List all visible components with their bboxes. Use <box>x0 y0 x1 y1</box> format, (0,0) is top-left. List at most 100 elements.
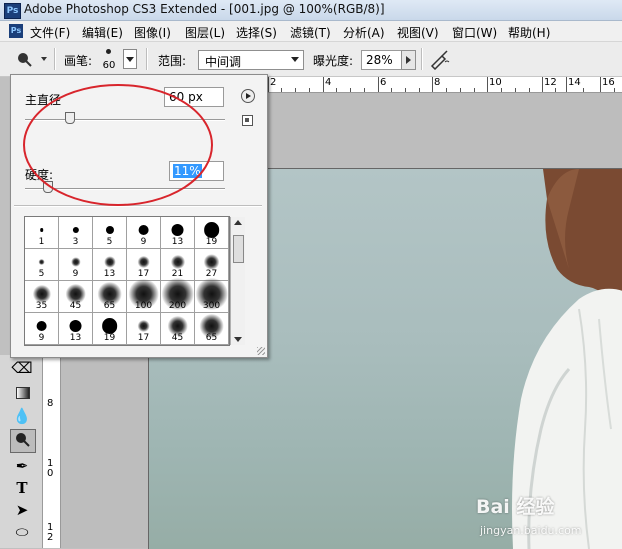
brush-preset-size: 9 <box>72 269 79 279</box>
brush-preset-cell[interactable]: 21 <box>161 249 195 281</box>
menu-view[interactable]: 视图(V) <box>397 24 439 41</box>
tools-panel: ⌫ 💧 ✒ T ➤ ⬭ <box>0 355 43 548</box>
brush-preset-grid: 1 3 5 9 13 19 5 9 13 17 21 27 35 45 65 100 200 300 9 13 19 17… <box>24 216 245 346</box>
exposure-label: 曝光度: <box>313 54 354 68</box>
ruler-label: 6 <box>380 77 387 88</box>
brush-preset-cell[interactable]: 17 <box>127 313 161 345</box>
brush-preset-size: 100 <box>134 301 153 311</box>
ruler-label: 16 <box>602 77 615 88</box>
sponge-tool[interactable] <box>10 429 36 453</box>
brush-picker-dropdown[interactable] <box>123 49 137 69</box>
type-tool[interactable]: T <box>10 477 34 499</box>
brush-preset-cell[interactable]: 200 <box>161 277 195 313</box>
range-label: 范围: <box>158 54 187 68</box>
ruler-label: 1 0 <box>47 458 54 479</box>
brush-preset-size: 3 <box>72 237 79 247</box>
brush-preset-cell[interactable]: 35 <box>25 281 59 313</box>
brush-preset-cell[interactable]: 9 <box>127 217 161 249</box>
menu-window[interactable]: 窗口(W) <box>452 24 497 41</box>
tool-preset-picker[interactable] <box>14 50 48 68</box>
brush-preset-cell[interactable]: 65 <box>195 313 229 345</box>
ruler-label: 1 2 <box>47 522 54 543</box>
brush-preset-cell[interactable]: 65 <box>93 281 127 313</box>
pen-icon: ✒ <box>15 457 29 475</box>
brush-preset-cell[interactable]: 27 <box>195 249 229 281</box>
exposure-input[interactable]: 28% <box>361 50 403 70</box>
brush-preset-cell[interactable]: 17 <box>127 249 161 281</box>
path-selection-tool[interactable]: ➤ <box>10 499 34 521</box>
brush-tip-icon <box>170 254 185 269</box>
options-bar: 画笔: 60 范围: 中间调 曝光度: 28% <box>0 42 622 77</box>
brush-tip-icon <box>39 228 44 232</box>
eraser-tool[interactable]: ⌫ <box>10 357 34 379</box>
annotation-circle <box>23 84 213 206</box>
airbrush-button[interactable] <box>428 48 452 71</box>
menu-layer[interactable]: 图层(L) <box>185 24 225 41</box>
menu-select[interactable]: 选择(S) <box>236 24 277 41</box>
ellipse-icon: ⬭ <box>15 523 29 541</box>
baidu-jingyan-watermark: Bai 经验 jingyan.baidu.com <box>476 492 622 548</box>
brush-preset-size: 13 <box>69 333 82 343</box>
gradient-tool[interactable] <box>10 381 34 403</box>
canvas-pasteboard <box>266 93 622 168</box>
play-arrow-icon <box>246 93 251 99</box>
brush-preset-cell[interactable]: 5 <box>93 217 127 249</box>
brush-preset-cell[interactable]: 300 <box>195 277 229 313</box>
chevron-down-icon <box>291 57 299 62</box>
brush-tip-icon <box>70 257 81 267</box>
type-icon: T <box>16 479 28 497</box>
brush-preset-cell[interactable]: 19 <box>195 217 229 249</box>
brush-tip-icon <box>103 256 116 268</box>
brush-tip-icon <box>72 226 79 234</box>
menu-analysis[interactable]: 分析(A) <box>343 24 385 41</box>
ruler-label: 2 <box>270 77 277 88</box>
brush-preset-cell[interactable]: 13 <box>93 249 127 281</box>
ruler-label: 12 <box>544 77 557 88</box>
brush-preset-cell[interactable]: 3 <box>59 217 93 249</box>
brush-preset-cell[interactable]: 100 <box>127 278 161 313</box>
menu-help[interactable]: 帮助(H) <box>508 24 550 41</box>
preset-scrollbar[interactable] <box>230 217 245 345</box>
scroll-thumb[interactable] <box>233 235 244 263</box>
brush-tip-icon <box>203 222 220 238</box>
blur-drop-icon: 💧 <box>12 407 32 425</box>
brush-preset-size: 35 <box>35 301 48 311</box>
brush-preset-cell[interactable]: 13 <box>59 313 93 345</box>
exposure-slider-toggle[interactable] <box>401 50 416 70</box>
app-menu-icon[interactable]: Ps <box>9 24 23 38</box>
brush-preset-cell[interactable]: 9 <box>59 249 93 281</box>
resize-grip-icon[interactable] <box>257 347 265 355</box>
pen-tool[interactable]: ✒ <box>10 455 34 477</box>
brush-preset-cell[interactable]: 45 <box>59 281 93 313</box>
brush-preset-cell[interactable]: 1 <box>25 217 59 249</box>
brush-preset-size: 1 <box>38 237 45 247</box>
brush-preset-size: 19 <box>103 333 116 343</box>
new-preset-button[interactable] <box>242 115 253 126</box>
ruler-label: 8 <box>47 398 54 409</box>
brush-preset-cell[interactable]: 45 <box>161 313 195 345</box>
menu-filter[interactable]: 滤镜(T) <box>290 24 331 41</box>
brush-preset-cell[interactable]: 9 <box>25 313 59 345</box>
blur-tool[interactable]: 💧 <box>10 405 34 427</box>
brush-preset-size: 5 <box>106 237 113 247</box>
brush-tip-icon <box>101 318 118 334</box>
brush-preset-cell[interactable]: 19 <box>93 313 127 345</box>
menu-image[interactable]: 图像(I) <box>134 24 171 41</box>
menu-edit[interactable]: 编辑(E) <box>82 24 123 41</box>
panel-menu-button[interactable] <box>241 89 255 103</box>
chevron-down-icon <box>126 57 134 62</box>
brush-preset-cell[interactable]: 13 <box>161 217 195 249</box>
range-select[interactable]: 中间调 <box>198 50 304 70</box>
scroll-up-icon[interactable] <box>234 220 242 225</box>
brush-tip-icon <box>105 225 114 235</box>
scroll-down-icon[interactable] <box>234 337 242 342</box>
menu-file[interactable]: 文件(F) <box>30 24 70 41</box>
brush-preset-cell[interactable]: 5 <box>25 249 59 281</box>
sponge-icon <box>18 53 47 67</box>
sponge-icon <box>16 433 30 447</box>
ellipse-tool[interactable]: ⬭ <box>10 521 34 543</box>
brush-preview[interactable]: 60 <box>98 46 120 74</box>
watermark-brand: Bai 经验 <box>476 496 555 518</box>
chevron-right-icon <box>406 56 411 64</box>
brush-preset-size: 19 <box>205 237 218 247</box>
